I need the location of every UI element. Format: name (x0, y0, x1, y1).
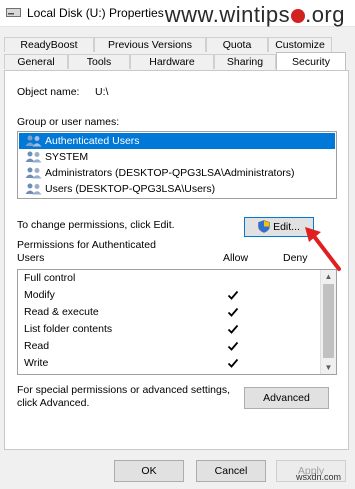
drive-icon (6, 8, 21, 17)
user-row-users[interactable]: Users (DESKTOP-QPG3LSA\Users) (19, 181, 335, 197)
security-panel: Object name: U:\ Group or user names: Au… (4, 70, 349, 450)
users-icon (25, 135, 42, 147)
title-bar: Local Disk (U:) Properties www.wintips .o… (0, 0, 355, 27)
tab-sharing[interactable]: Sharing (214, 54, 276, 69)
user-name: SYSTEM (45, 151, 89, 163)
tab-customize[interactable]: Customize (268, 37, 332, 52)
object-name-label: Object name: (17, 86, 80, 98)
permission-name: Read & execute (24, 306, 99, 318)
scroll-down-icon[interactable]: ▼ (324, 363, 333, 372)
permission-row: Read (18, 338, 318, 355)
permission-row: Modify (18, 287, 318, 304)
permissions-list: ▲ ▼ Full control Modify Read & execute List… (17, 269, 337, 375)
corner-watermark: wsxdn.com (296, 472, 342, 482)
tab-hardware[interactable]: Hardware (130, 54, 214, 69)
user-name: Users (DESKTOP-QPG3LSA\Users) (45, 183, 216, 195)
user-row-system[interactable]: SYSTEM (19, 149, 335, 165)
allow-check-icon (227, 340, 239, 352)
users-icon (25, 183, 42, 195)
user-name: Authenticated Users (45, 135, 140, 147)
user-listbox[interactable]: Authenticated Users SYSTEM Administrator… (17, 131, 337, 199)
annotation-arrow-icon (305, 227, 341, 271)
permission-row: Write (18, 355, 318, 372)
allow-check-icon (227, 323, 239, 335)
watermark-dot-icon (291, 9, 306, 23)
permissions-title-line1: Permissions for Authenticated (17, 239, 156, 251)
group-label: Group or user names: (17, 116, 120, 128)
permissions-title-line2: Users (17, 252, 45, 264)
edit-button-label: Edit... (273, 221, 300, 233)
special-permissions-line2: click Advanced. (17, 397, 90, 409)
cancel-button[interactable]: Cancel (196, 460, 266, 482)
allow-check-icon (227, 306, 239, 318)
permission-name: Write (24, 357, 49, 369)
tab-quota[interactable]: Quota (206, 37, 268, 52)
tab-security[interactable]: Security (276, 52, 346, 70)
scroll-thumb[interactable] (323, 284, 334, 358)
permission-name: List folder contents (24, 323, 113, 335)
allow-check-icon (227, 357, 239, 369)
shield-icon (258, 220, 270, 233)
ok-button[interactable]: OK (114, 460, 184, 482)
users-icon (25, 167, 42, 179)
object-name-value: U:\ (95, 86, 109, 98)
tab-general[interactable]: General (4, 54, 68, 69)
permission-name: Full control (24, 272, 76, 284)
user-row-authenticated-users[interactable]: Authenticated Users (19, 133, 335, 149)
permission-name: Modify (24, 289, 55, 301)
window-title: Local Disk (U:) Properties (27, 6, 164, 20)
allow-check-icon (227, 289, 239, 301)
advanced-button[interactable]: Advanced (244, 387, 329, 409)
users-icon (25, 151, 42, 163)
permission-row: Read & execute (18, 304, 318, 321)
permission-row: Full control (18, 270, 318, 287)
allow-column-header: Allow (223, 252, 249, 264)
scroll-up-icon[interactable]: ▲ (324, 272, 333, 281)
tab-previous-versions[interactable]: Previous Versions (94, 37, 206, 52)
permission-row: List folder contents (18, 321, 318, 338)
special-permissions-line1: For special permissions or advanced sett… (17, 384, 231, 396)
permission-name: Read (24, 340, 50, 352)
permissions-scrollbar[interactable]: ▲ ▼ (320, 270, 336, 374)
tab-tools[interactable]: Tools (68, 54, 130, 69)
user-row-administrators[interactable]: Administrators (DESKTOP-QPG3LSA\Administ… (19, 165, 335, 181)
change-permissions-text: To change permissions, click Edit. (17, 219, 175, 231)
tab-readyboost[interactable]: ReadyBoost (4, 37, 94, 52)
user-name: Administrators (DESKTOP-QPG3LSA\Administ… (45, 167, 295, 179)
watermark: www.wintips .org (164, 2, 345, 27)
